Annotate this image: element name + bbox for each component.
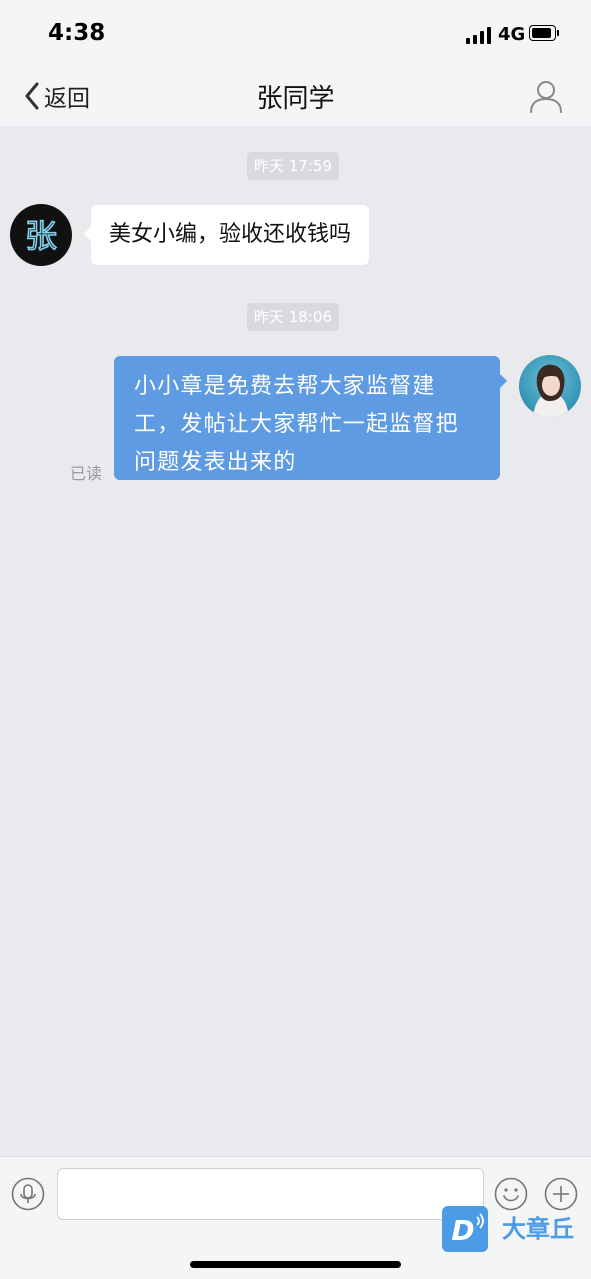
- signal-icon: [466, 26, 492, 44]
- avatar-glyph: 张: [25, 217, 57, 255]
- microphone-icon[interactable]: [11, 1177, 45, 1211]
- watermark-text: 大章丘: [502, 1215, 574, 1243]
- my-avatar[interactable]: [519, 355, 581, 417]
- watermark: D 大章丘: [441, 1205, 581, 1253]
- outgoing-message-bubble[interactable]: 小小章是免费去帮大家监督建 工，发帖让大家帮忙一起监督把 问题发表出来的: [114, 356, 507, 480]
- status-bar: 4:38 4G: [0, 0, 591, 68]
- message-line: 工，发帖让大家帮忙一起监督把: [134, 412, 459, 437]
- read-receipt: 已读: [70, 464, 103, 483]
- message-timestamp: 昨天 18:06: [247, 303, 339, 331]
- profile-icon[interactable]: [528, 78, 564, 114]
- home-indicator: [190, 1261, 401, 1268]
- chat-title: 张同学: [256, 84, 335, 114]
- watermark-logo: D: [442, 1206, 488, 1252]
- message-input[interactable]: [57, 1168, 484, 1220]
- user-photo: [519, 355, 581, 417]
- status-time: 4:38: [48, 20, 106, 46]
- message-line: 问题发表出来的: [134, 450, 297, 475]
- incoming-message-bubble[interactable]: 美女小编，验收还收钱吗: [83, 205, 370, 265]
- network-type: 4G: [498, 24, 526, 45]
- nav-bar: 返回 张同学: [0, 68, 591, 126]
- message-line: 小小章是免费去帮大家监督建: [134, 374, 436, 399]
- battery-icon: [529, 25, 559, 43]
- watermark-letter: D: [451, 1214, 474, 1247]
- message-timestamp: 昨天 17:59: [247, 152, 339, 180]
- contact-avatar[interactable]: 张: [10, 204, 72, 266]
- chat-area: 昨天 17:59 张 美女小编，验收还收钱吗 昨天 18:06 小小章是免费去帮…: [0, 126, 591, 1156]
- contact-avatar-image: 张: [24, 216, 58, 256]
